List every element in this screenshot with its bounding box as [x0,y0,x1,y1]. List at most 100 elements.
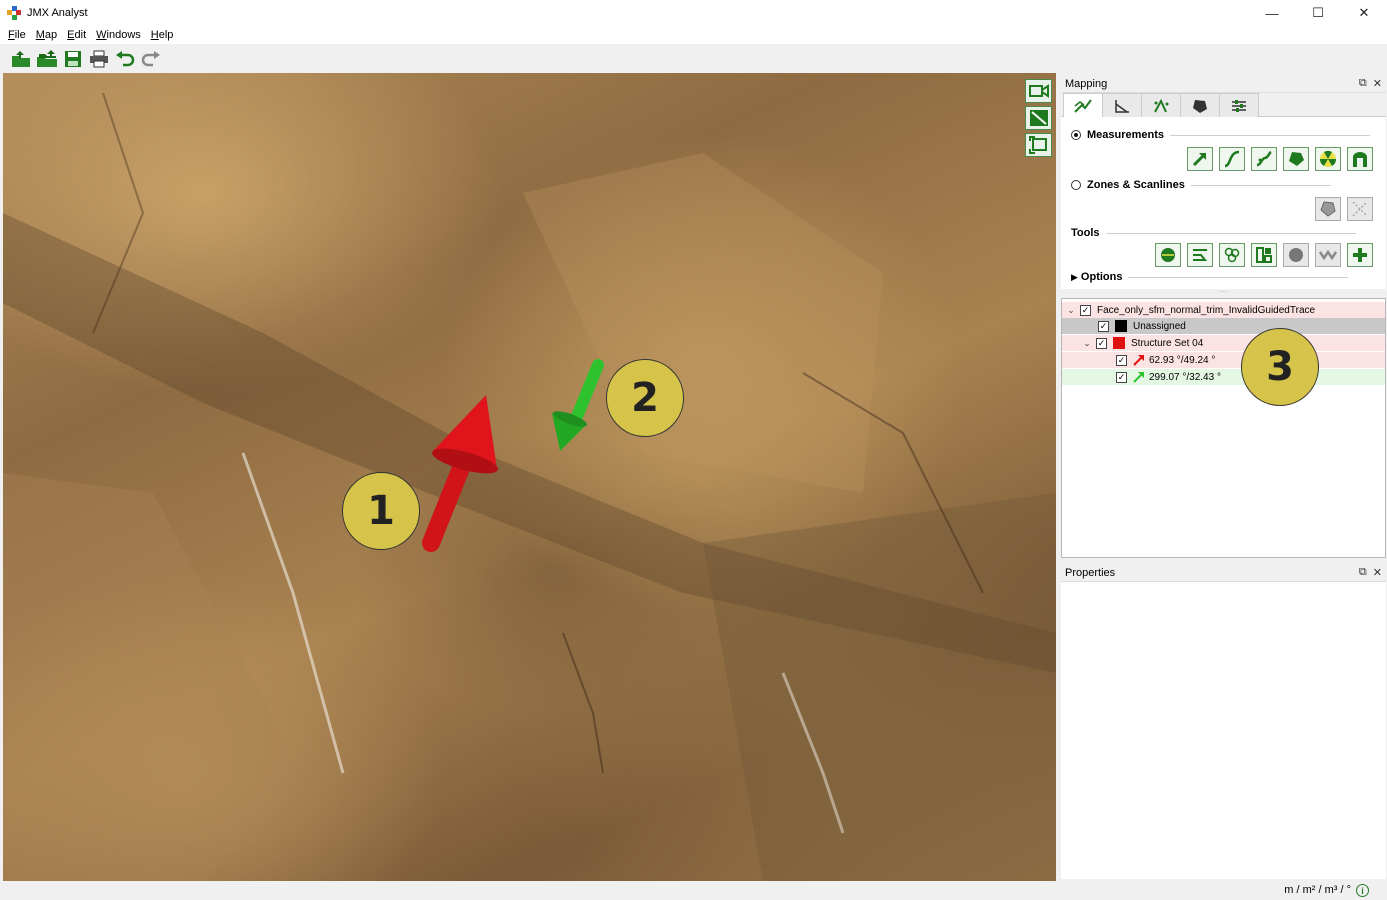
measurement-tools [1187,147,1373,171]
extent-view-button[interactable] [1025,133,1052,157]
camera-view-button[interactable] [1025,79,1052,103]
layout-button[interactable] [1251,243,1277,267]
menu-file[interactable]: File [3,29,31,41]
scatter-icon [1154,98,1169,112]
options-label: Options [1080,271,1123,283]
polygon-icon [1193,99,1207,113]
sliders-icon [1232,99,1246,112]
app-icon [7,6,21,20]
measure-2-checkbox[interactable]: ✓ [1116,371,1127,383]
mapping-panel-header: Mapping ⧉ ✕ [1061,75,1386,93]
menu-map[interactable]: Map [31,29,62,41]
area-measure-button[interactable] [1315,147,1341,171]
redo-icon [141,50,160,66]
tunnel-measure-button[interactable] [1347,147,1373,171]
polygon-measure-button[interactable] [1283,147,1309,171]
tree-row-unassigned[interactable]: ✓ Unassigned [1062,318,1385,334]
section-button[interactable] [1187,243,1213,267]
mapping-tabs [1061,93,1386,117]
undo-button[interactable] [114,48,136,70]
panel-close-icon[interactable]: ✕ [1373,77,1382,90]
tab-points[interactable] [1141,93,1181,117]
root-checkbox[interactable]: ✓ [1080,304,1091,316]
zone-tools [1315,197,1373,221]
properties-panel: Properties ⧉ ✕ [1061,564,1386,880]
tab-angles[interactable] [1102,93,1142,117]
tree-row-root[interactable]: ⌄ ✓ Face_only_sfm_normal_trim_InvalidGui… [1062,302,1385,318]
tree-row-structure-set[interactable]: ⌄ ✓ Structure Set 04 [1062,335,1385,351]
open-folder-icon [12,50,30,67]
print-button[interactable] [88,48,110,70]
undock-icon[interactable]: ⧉ [1359,77,1367,90]
panel-close-icon[interactable]: ✕ [1373,566,1382,579]
zone-polygon-button[interactable] [1315,197,1341,221]
properties-panel-header: Properties ⧉ ✕ [1061,564,1386,582]
add-tool-button[interactable] [1347,243,1373,267]
scanline-button[interactable] [1347,197,1373,221]
open-folder-button[interactable] [10,48,32,70]
options-section[interactable]: ▶ Options [1071,271,1349,283]
chevron-down-icon[interactable]: ⌄ [1066,305,1076,316]
undock-icon[interactable]: ⧉ [1359,566,1367,579]
status-bar: m / m² / m³ / ° i [0,881,1387,900]
measurements-section[interactable]: Measurements [1071,129,1371,141]
trace-measure-button[interactable] [1219,147,1245,171]
window-title: JMX Analyst [27,7,88,19]
zones-radio[interactable] [1071,180,1081,190]
stereonet-button[interactable] [1155,243,1181,267]
menu-edit[interactable]: Edit [62,29,91,41]
green-arrow-icon [1133,372,1144,383]
polygon-icon [1289,152,1304,166]
menu-help[interactable]: Help [146,29,179,41]
title-bar: JMX Analyst — ☐ ✕ [0,0,1387,26]
zones-label: Zones & Scanlines [1087,179,1185,191]
callout-3: 3 [1241,328,1319,406]
tab-measurements[interactable] [1063,93,1103,117]
measurements-radio[interactable] [1071,130,1081,140]
arrow-up-right-icon [1192,153,1206,167]
mapping-panel-title: Mapping [1065,77,1108,90]
guided-curve-icon [1256,150,1272,167]
tools-label: Tools [1071,227,1100,239]
zone-polygon-icon [1320,201,1336,217]
structure-set-swatch [1113,337,1125,349]
minimize-button[interactable]: — [1249,0,1295,26]
splitter-grip[interactable]: ..... [1061,287,1386,294]
close-button[interactable]: ✕ [1341,0,1387,26]
tree-row-measure-1[interactable]: ✓ 62.93 °/49.24 ° [1062,352,1385,368]
unassigned-checkbox[interactable]: ✓ [1098,320,1109,332]
blob-button[interactable] [1283,243,1309,267]
measure-1-checkbox[interactable]: ✓ [1116,354,1127,366]
measure-lines-icon [1074,98,1092,113]
menu-windows[interactable]: Windows [91,29,146,41]
guided-trace-button[interactable] [1251,147,1277,171]
angle-icon [1115,99,1129,113]
maximize-button[interactable]: ☐ [1295,0,1341,26]
scanline-icon [1352,201,1368,217]
root-label: Face_only_sfm_normal_trim_InvalidGuidedT… [1097,304,1316,316]
redo-button[interactable] [140,48,162,70]
tree-row-measure-2[interactable]: ✓ 299.07 °/32.43 ° [1062,369,1385,385]
tab-surfaces[interactable] [1180,93,1220,117]
chevron-down-icon[interactable]: ⌄ [1082,338,1092,349]
pole-measure-button[interactable] [1187,147,1213,171]
measurements-label: Measurements [1087,129,1165,141]
structure-set-checkbox[interactable]: ✓ [1096,337,1107,349]
red-arrow-icon [1133,355,1144,366]
properties-body [1061,582,1386,879]
cluster-button[interactable] [1219,243,1245,267]
plane-icon [1029,110,1048,126]
open-multiple-button[interactable] [36,48,58,70]
wave-button[interactable] [1315,243,1341,267]
tab-settings[interactable] [1219,93,1259,117]
zones-section[interactable]: Zones & Scanlines [1071,179,1331,191]
plane-view-button[interactable] [1025,106,1052,130]
callout-1: 1 [342,472,420,550]
red-pole-arrow-icon[interactable] [411,391,531,561]
tools-section: Tools [1071,227,1356,239]
triangle-right-icon: ▶ [1071,271,1078,282]
3d-viewport[interactable]: 1 2 [3,73,1056,881]
info-icon[interactable]: i [1356,884,1369,897]
save-button[interactable] [62,48,84,70]
green-pole-arrow-icon[interactable] [546,359,606,459]
